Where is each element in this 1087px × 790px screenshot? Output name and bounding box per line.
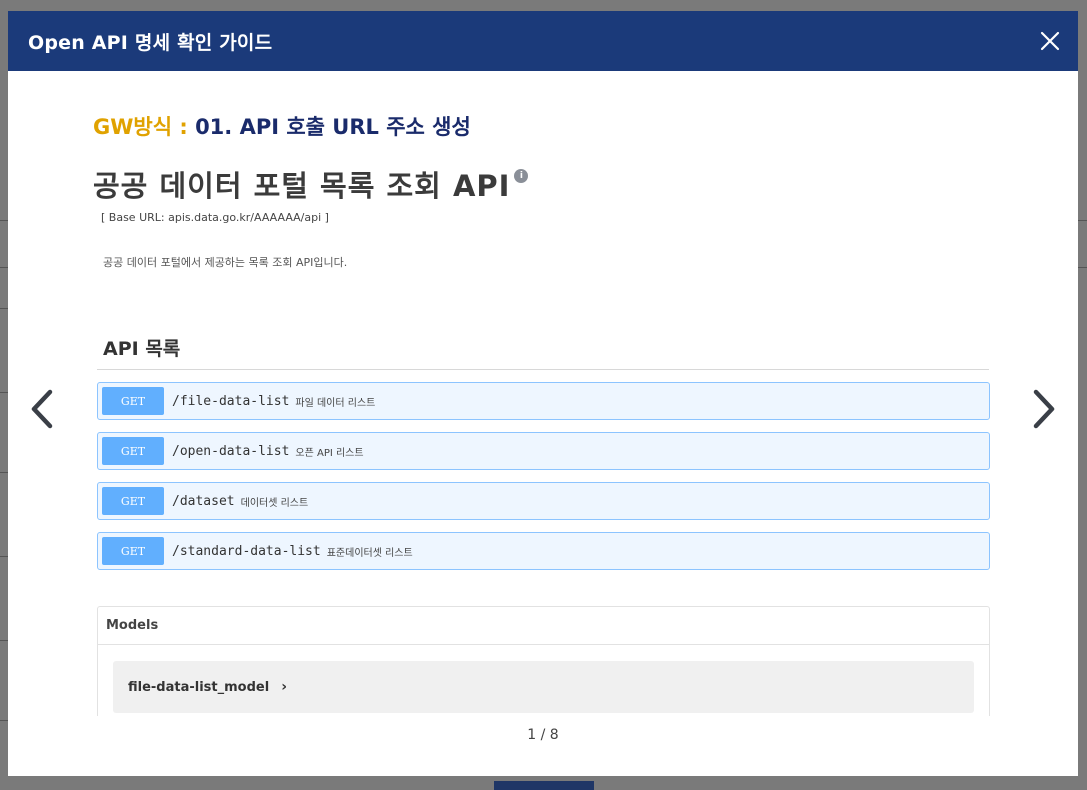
method-badge: GET: [102, 387, 164, 415]
api-list-title: API 목록: [103, 338, 181, 360]
background-divider: [0, 267, 8, 268]
prev-slide-button[interactable]: [26, 386, 62, 432]
models-title: Models: [98, 607, 989, 645]
endpoint-description: 데이터셋 리스트: [240, 497, 309, 509]
endpoint-path: /open-data-list: [172, 443, 290, 459]
endpoint-path: /file-data-list: [172, 393, 290, 409]
background-divider: [0, 308, 8, 309]
close-button[interactable]: [1036, 27, 1064, 55]
slide-pager: 1 / 8: [527, 727, 559, 743]
background-divider: [1078, 220, 1087, 221]
api-list-divider: [97, 369, 989, 370]
background-button: [494, 781, 594, 790]
background-divider: [0, 640, 8, 641]
api-description: 공공 데이터 포털에서 제공하는 목록 조회 API입니다.: [103, 256, 348, 269]
method-badge: GET: [102, 537, 164, 565]
endpoint-row[interactable]: GET /file-data-list 파일 데이터 리스트: [97, 382, 990, 420]
modal-title: Open API 명세 확인 가이드: [28, 31, 273, 54]
step-heading: GW방식 : 01. API 호출 URL 주소 생성: [93, 111, 993, 141]
background-divider: [0, 472, 8, 473]
model-item[interactable]: file-data-list_model ›: [113, 661, 974, 713]
background-divider: [0, 556, 8, 557]
endpoint-row[interactable]: GET /open-data-list 오픈 API 리스트: [97, 432, 990, 470]
close-icon: [1040, 31, 1060, 51]
chevron-right-icon: [1033, 389, 1055, 429]
endpoint-row[interactable]: GET /standard-data-list 표준데이터셋 리스트: [97, 532, 990, 570]
base-url: [ Base URL: apis.data.go.kr/AAAAAA/api ]: [101, 211, 329, 224]
endpoint-row[interactable]: GET /dataset 데이터셋 리스트: [97, 482, 990, 520]
endpoint-path: /dataset: [172, 493, 235, 509]
method-badge: GET: [102, 487, 164, 515]
endpoint-path: /standard-data-list: [172, 543, 321, 559]
models-section: Models file-data-list_model ›: [97, 606, 990, 716]
modal-header: Open API 명세 확인 가이드: [8, 11, 1078, 71]
background-divider: [0, 220, 8, 221]
chevron-right-icon: ›: [281, 679, 287, 695]
chevron-left-icon: [31, 389, 53, 429]
next-slide-button[interactable]: [1024, 386, 1060, 432]
method-badge: GET: [102, 437, 164, 465]
guide-modal: Open API 명세 확인 가이드 GW방식 : 01. API 호출 URL…: [8, 11, 1078, 776]
background-divider: [0, 392, 8, 393]
endpoint-description: 오픈 API 리스트: [295, 447, 364, 459]
step-text: 01. API 호출 URL 주소 생성: [195, 115, 471, 139]
info-icon: i: [514, 169, 529, 183]
guide-slide: GW방식 : 01. API 호출 URL 주소 생성 공공 데이터 포털 목록…: [93, 111, 993, 716]
model-name: file-data-list_model: [128, 679, 270, 695]
endpoint-description: 파일 데이터 리스트: [295, 397, 376, 409]
step-prefix: GW방식 :: [93, 115, 196, 139]
background-divider: [1078, 267, 1087, 268]
background-divider: [0, 720, 8, 721]
api-title: 공공 데이터 포털 목록 조회 API: [93, 169, 511, 203]
api-title-row: 공공 데이터 포털 목록 조회 API i: [93, 163, 993, 205]
endpoint-description: 표준데이터셋 리스트: [326, 547, 413, 559]
